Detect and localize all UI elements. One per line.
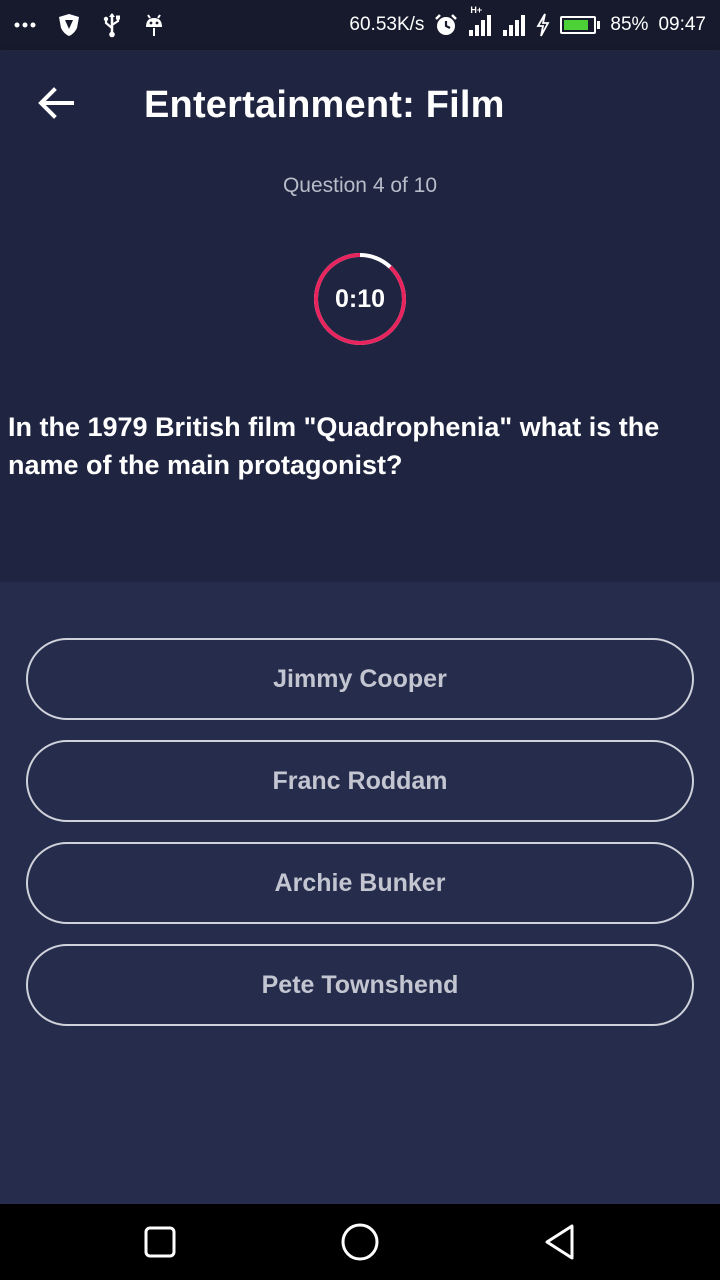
battery-fill	[564, 20, 589, 30]
shield-app-icon	[58, 13, 80, 37]
answer-list: Jimmy Cooper Franc Roddam Archie Bunker …	[0, 582, 720, 1204]
system-nav-bar	[0, 1204, 720, 1280]
recents-square-icon	[143, 1225, 177, 1264]
answer-button-4[interactable]: Pete Townshend	[26, 944, 694, 1026]
back-nav-button[interactable]	[540, 1224, 580, 1264]
battery-body	[560, 16, 597, 34]
battery-tip	[597, 21, 601, 29]
status-bar: 60.53K/s H+ 85% 09:47	[0, 0, 720, 50]
back-button[interactable]	[20, 69, 92, 141]
home-button[interactable]	[340, 1222, 380, 1267]
more-dots-icon	[14, 22, 36, 28]
countdown-timer: 0:10	[313, 252, 407, 346]
question-section: Question 4 of 10 0:10 In the 1979 Britis…	[0, 160, 720, 582]
network-speed: 60.53K/s	[349, 14, 425, 35]
timer-value: 0:10	[334, 284, 386, 313]
question-progress: Question 4 of 10	[282, 174, 438, 197]
charging-icon	[536, 13, 550, 37]
alarm-icon	[434, 13, 458, 37]
answer-button-2[interactable]: Franc Roddam	[26, 740, 694, 822]
android-debug-icon	[144, 13, 164, 37]
status-left-icons	[14, 12, 164, 38]
network-type-label: H+	[470, 5, 483, 15]
signal-icon: H+	[468, 5, 492, 37]
arrow-left-icon	[38, 86, 74, 124]
back-triangle-icon	[542, 1223, 578, 1266]
recents-button[interactable]	[140, 1224, 180, 1264]
answer-button-1[interactable]: Jimmy Cooper	[26, 638, 694, 720]
usb-icon	[102, 12, 122, 38]
clock: 09:47	[658, 14, 706, 35]
answer-button-3[interactable]: Archie Bunker	[26, 842, 694, 924]
battery-icon	[560, 16, 601, 34]
status-right-icons: 60.53K/s H+ 85% 09:47	[349, 5, 706, 37]
page-title: Entertainment: Film	[144, 83, 505, 126]
signal-icon-2	[502, 13, 526, 37]
app-bar: Entertainment: Film	[0, 50, 720, 160]
home-circle-icon	[340, 1222, 380, 1267]
battery-percent: 85%	[610, 14, 649, 35]
question-text: In the 1979 British film "Quadrophenia" …	[8, 412, 660, 480]
